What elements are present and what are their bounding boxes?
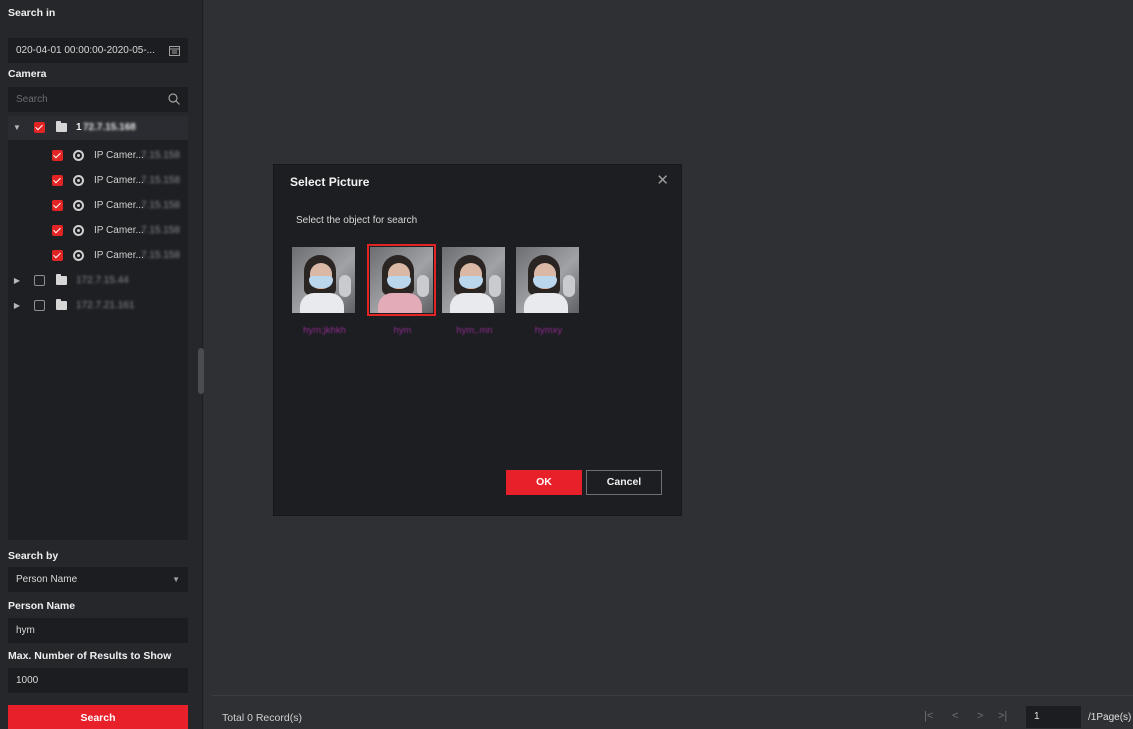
page-number-input[interactable]: 1 — [1026, 706, 1081, 728]
cancel-button[interactable]: Cancel — [586, 470, 662, 495]
folder-icon — [56, 274, 67, 285]
camera-tree: ▼ 1 72.7.15.168 IP Camer... 7.15.158 IP … — [8, 116, 188, 540]
search-button[interactable]: Search — [8, 705, 188, 729]
person-thumbnail[interactable] — [442, 247, 505, 313]
tree-node-blurred-ip: 172.7.21.161 — [76, 300, 135, 311]
checkbox-checked[interactable] — [52, 250, 63, 261]
camera-icon — [73, 250, 84, 261]
person-name-value: hym — [16, 625, 35, 636]
tree-node-camera[interactable]: IP Camer... 7.15.158 — [8, 244, 188, 268]
checkbox-checked[interactable] — [52, 225, 63, 236]
camera-search-placeholder: Search — [16, 94, 48, 105]
camera-label: IP Camer... — [94, 150, 144, 161]
status-bar: Total 0 Record(s) |< < > >| 1 /1Page(s) — [212, 695, 1133, 729]
camera-icon — [73, 150, 84, 161]
camera-blurred-ip: 7.15.158 — [141, 250, 180, 261]
picture-option[interactable]: hym,.mn — [442, 247, 507, 336]
checkbox-unchecked[interactable] — [34, 275, 45, 286]
person-name-label: Person Name — [8, 600, 76, 612]
camera-label: Camera — [8, 68, 47, 80]
search-by-value: Person Name — [16, 574, 78, 585]
first-page-icon[interactable]: |< — [924, 710, 933, 722]
prev-page-icon[interactable]: < — [952, 710, 958, 722]
checkbox-checked[interactable] — [52, 150, 63, 161]
search-by-label: Search by — [8, 550, 59, 562]
camera-icon — [73, 225, 84, 236]
camera-label: IP Camer... — [94, 225, 144, 236]
chevron-down-icon[interactable]: ▼ — [172, 567, 180, 592]
picture-label: hym;jkhkh — [303, 325, 346, 336]
search-in-label: Search in — [8, 7, 56, 19]
page-number-value: 1 — [1034, 711, 1040, 722]
picture-option[interactable]: hym;jkhkh — [292, 247, 357, 336]
chevron-right-icon[interactable]: ▶ — [12, 269, 22, 293]
picture-option-selected[interactable]: hym — [367, 244, 436, 336]
camera-search-input[interactable]: Search — [8, 87, 188, 112]
tree-node-root-1[interactable]: ▼ 1 72.7.15.168 — [8, 116, 188, 140]
camera-blurred-ip: 7.15.158 — [141, 150, 180, 161]
tree-node-blurred-ip: 72.7.15.168 — [83, 122, 136, 133]
tree-node-camera[interactable]: IP Camer... 7.15.158 — [8, 219, 188, 243]
folder-icon — [56, 121, 67, 132]
max-results-value: 1000 — [16, 675, 39, 686]
tree-node-camera[interactable]: IP Camer... 7.15.158 — [8, 194, 188, 218]
tree-node-camera[interactable]: IP Camer... 7.15.158 — [8, 144, 188, 168]
date-range-field[interactable]: 020-04-01 00:00:00-2020-05-... — [8, 38, 188, 63]
camera-label: IP Camer... — [94, 175, 144, 186]
search-by-select[interactable]: Person Name ▼ — [8, 567, 188, 592]
folder-icon — [56, 299, 67, 310]
search-panel: Search in 020-04-01 00:00:00-2020-05-...… — [0, 0, 203, 729]
last-page-icon[interactable]: >| — [998, 710, 1007, 722]
tree-node-camera[interactable]: IP Camer... 7.15.158 — [8, 169, 188, 193]
person-thumbnail[interactable] — [292, 247, 355, 313]
camera-blurred-ip: 7.15.158 — [141, 175, 180, 186]
camera-label: IP Camer... — [94, 250, 144, 261]
checkbox-unchecked[interactable] — [34, 300, 45, 311]
max-results-label: Max. Number of Results to Show — [8, 650, 172, 662]
checkbox-checked[interactable] — [34, 122, 45, 133]
camera-icon — [73, 200, 84, 211]
camera-label: IP Camer... — [94, 200, 144, 211]
search-icon[interactable] — [168, 87, 180, 115]
person-name-input[interactable]: hym — [8, 618, 188, 643]
picture-label: hym,.mn — [456, 325, 493, 336]
ok-button[interactable]: OK — [506, 470, 582, 495]
picture-label: hym — [393, 325, 412, 336]
dialog-subtitle: Select the object for search — [296, 215, 418, 226]
max-results-input[interactable]: 1000 — [8, 668, 188, 693]
close-icon[interactable]: ✕ — [656, 171, 669, 189]
page-total: /1Page(s) — [1088, 712, 1132, 723]
tree-node-blurred-ip: 172.7.15.44 — [76, 275, 129, 286]
camera-blurred-ip: 7.15.158 — [141, 225, 180, 236]
select-picture-dialog: Select Picture ✕ Select the object for s… — [274, 165, 681, 515]
next-page-icon[interactable]: > — [977, 710, 983, 722]
calendar-icon[interactable] — [169, 38, 180, 66]
person-thumbnail[interactable] — [516, 247, 579, 313]
total-records: Total 0 Record(s) — [222, 712, 302, 724]
tree-node-root-3[interactable]: ▶ 172.7.21.161 — [8, 294, 188, 318]
chevron-right-icon[interactable]: ▶ — [12, 294, 22, 318]
picture-option[interactable]: hymxy — [516, 247, 581, 336]
tree-node-root-2[interactable]: ▶ 172.7.15.44 — [8, 269, 188, 293]
checkbox-checked[interactable] — [52, 200, 63, 211]
person-thumbnail[interactable] — [367, 244, 436, 316]
chevron-down-icon[interactable]: ▼ — [12, 116, 22, 140]
camera-blurred-ip: 7.15.158 — [141, 200, 180, 211]
picture-label: hymxy — [534, 325, 563, 336]
dialog-title: Select Picture — [290, 175, 370, 189]
tree-node-label: 1 — [76, 122, 82, 133]
camera-icon — [73, 175, 84, 186]
date-range-value: 020-04-01 00:00:00-2020-05-... — [16, 45, 155, 56]
checkbox-checked[interactable] — [52, 175, 63, 186]
